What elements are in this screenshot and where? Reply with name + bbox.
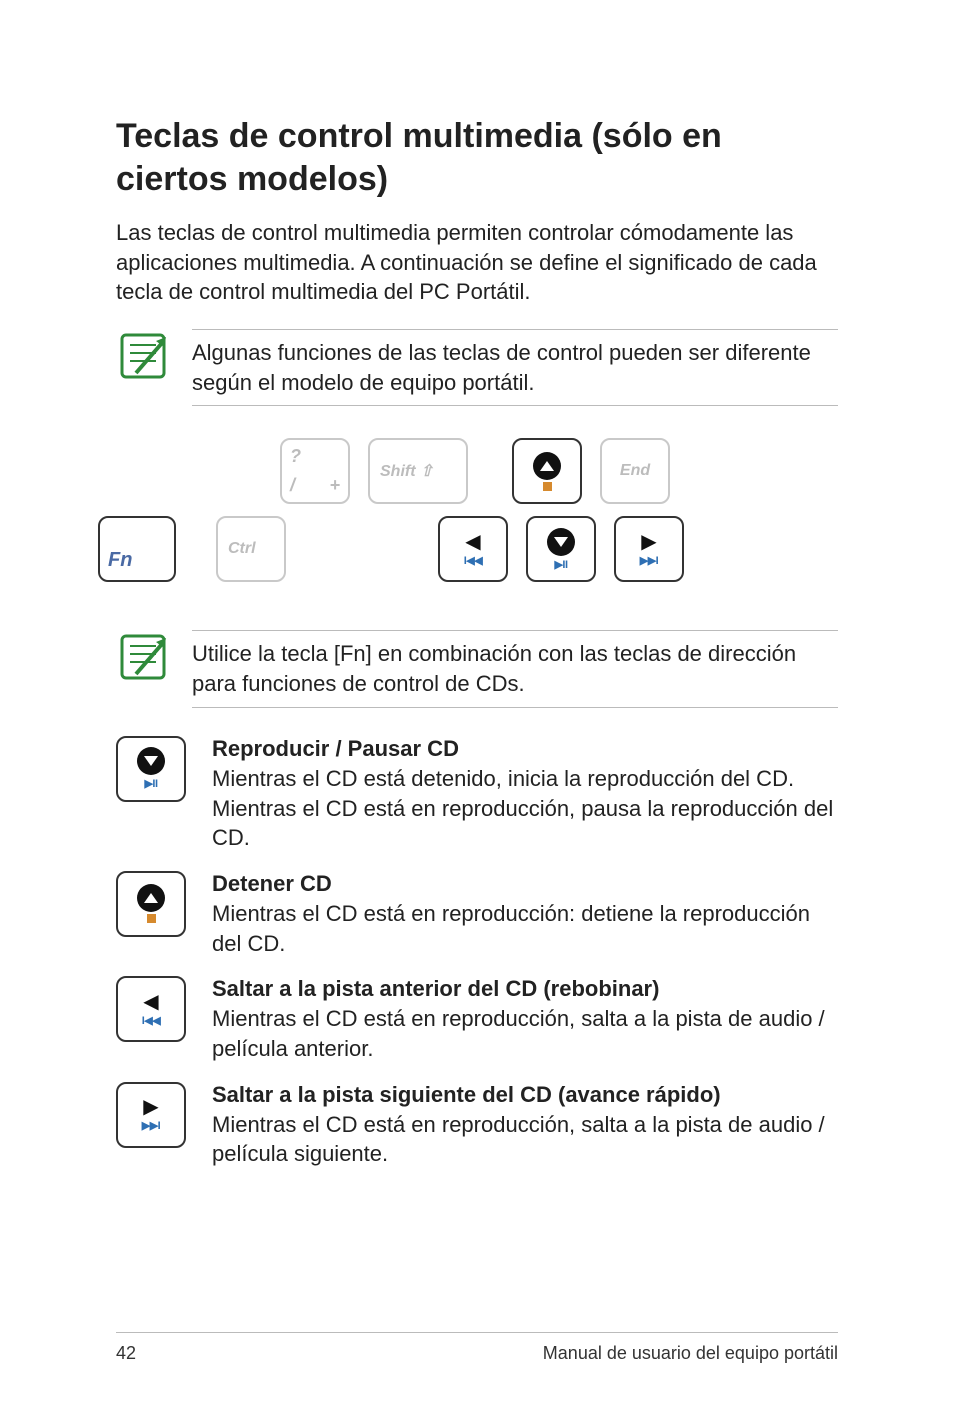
key-label: End [620,462,650,480]
function-body: Detener CD Mientras el CD está en reprod… [212,871,838,958]
keyboard-diagram: ? / + Shift ⇧ End Fn [184,438,838,594]
note-rule: Algunas funciones de las teclas de contr… [192,329,838,406]
stop-icon [543,482,552,491]
key-arrow-down-play: ▶II [526,516,596,582]
key-slash: ? / + [280,438,350,504]
page-number: 42 [116,1343,136,1364]
function-desc: Mientras el CD está en reproducción: det… [212,899,838,958]
key-stop [116,871,186,937]
function-body: Saltar a la pista siguiente del CD (avan… [212,1082,838,1169]
prev-track-icon: I◀◀ [142,1014,160,1027]
key-label: / [290,475,295,496]
key-arrow-left-prev: ◀ I◀◀ [438,516,508,582]
note-rule: Utilice la tecla [Fn] en combinación con… [192,630,838,707]
arrow-right-icon: ▶ [143,1097,158,1117]
function-body: Reproducir / Pausar CD Mientras el CD es… [212,736,838,853]
note-text: Algunas funciones de las teclas de contr… [192,338,838,397]
page: Teclas de control multimedia (sólo en ci… [0,0,954,1418]
function-title: Saltar a la pista siguiente del CD (avan… [212,1082,838,1108]
arrow-left-icon: ◀ [465,532,480,552]
key-next-track: ▶ ▶▶I [116,1082,186,1148]
arrow-up-icon [137,884,165,912]
note-box-1: Algunas funciones de las teclas de contr… [116,329,838,406]
play-pause-icon: ▶II [554,558,567,571]
kbd-row: ? / + Shift ⇧ End [184,438,838,504]
note-icon [116,329,170,383]
note-icon [116,630,170,684]
prev-track-icon: I◀◀ [464,554,482,567]
function-item: ◀ I◀◀ Saltar a la pista anterior del CD … [116,976,838,1063]
function-title: Saltar a la pista anterior del CD (rebob… [212,976,838,1002]
key-label: + [329,475,340,496]
function-item: Detener CD Mientras el CD está en reprod… [116,871,838,958]
arrow-left-icon: ◀ [143,992,158,1012]
function-desc: Mientras el CD está en reproducción, sal… [212,1004,838,1063]
page-footer: 42 Manual de usuario del equipo portátil [116,1332,838,1364]
key-end: End [600,438,670,504]
key-prev-track: ◀ I◀◀ [116,976,186,1042]
key-label: Fn [108,549,132,572]
next-track-icon: ▶▶I [142,1119,160,1132]
next-track-icon: ▶▶I [640,554,658,567]
function-title: Reproducir / Pausar CD [212,736,838,762]
key-shift: Shift ⇧ [368,438,468,504]
note-text: Utilice la tecla [Fn] en combinación con… [192,639,838,698]
function-list: ▶II Reproducir / Pausar CD Mientras el C… [116,736,838,1169]
function-item: ▶II Reproducir / Pausar CD Mientras el C… [116,736,838,853]
function-desc: Mientras el CD está detenido, inicia la … [212,764,838,853]
arrow-down-icon [137,747,165,775]
play-pause-icon: ▶II [144,777,157,790]
key-arrow-up-stop [512,438,582,504]
function-title: Detener CD [212,871,838,897]
section-heading: Teclas de control multimedia (sólo en ci… [116,115,838,200]
key-label: ? [290,446,301,467]
key-arrow-right-next: ▶ ▶▶I [614,516,684,582]
footer-label: Manual de usuario del equipo portátil [543,1343,838,1364]
arrow-up-icon [533,452,561,480]
intro-paragraph: Las teclas de control multimedia permite… [116,218,838,307]
arrow-down-icon [547,528,575,556]
stop-icon [147,914,156,923]
key-play-pause: ▶II [116,736,186,802]
arrow-right-icon: ▶ [641,532,656,552]
key-label: Shift ⇧ [380,461,433,481]
key-label: Ctrl [228,540,256,558]
function-body: Saltar a la pista anterior del CD (rebob… [212,976,838,1063]
function-desc: Mientras el CD está en reproducción, sal… [212,1110,838,1169]
key-ctrl: Ctrl [216,516,286,582]
kbd-row: Fn Ctrl ◀ I◀◀ ▶II ▶ [98,516,838,582]
function-item: ▶ ▶▶I Saltar a la pista siguiente del CD… [116,1082,838,1169]
key-fn: Fn [98,516,176,582]
note-box-2: Utilice la tecla [Fn] en combinación con… [116,630,838,707]
